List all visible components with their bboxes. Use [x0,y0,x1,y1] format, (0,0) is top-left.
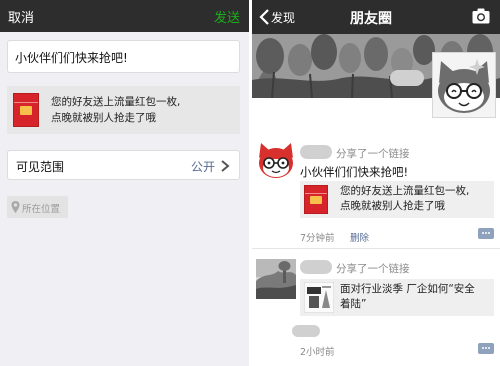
camera-icon[interactable] [472,8,490,24]
post-link-line-2: 着陆” [340,298,367,310]
delete-link[interactable]: 删除 [350,230,369,244]
post-link-line-1: 您的好友送上流量红包一枚, [340,185,470,197]
comment-icon[interactable] [478,228,494,239]
compose-titlebar: 取消 发送 [0,0,249,32]
shared-link-text: 您的好友送上流量红包一枚, 点晚就被别人抢走了哦 [51,94,236,126]
post-link-line-1: 面对行业淡季 厂企如何“安全 [340,283,475,295]
visibility-label: 可见范围 [16,160,65,174]
post-link-text: 面对行业淡季 厂企如何“安全 着陆” [340,282,490,312]
compose-screen: 取消 发送 小伙伴们们快来抢吧! 您的好友送上流量红包一枚, 点晚就被别人抢走了… [0,0,249,366]
post-time: 2小时前 [300,347,335,358]
location-label: 所在位置 [22,204,61,215]
location-button[interactable]: 所在位置 [7,196,68,218]
visibility-row[interactable]: 可见范围 公开 [7,150,240,180]
red-packet-icon [304,185,328,214]
comment-author-blurred [292,325,320,337]
back-button[interactable]: 发现 [271,9,295,26]
post-separator [252,248,500,249]
moments-screen: 发现 朋友圈 分享了一个链接 小伙伴们们快来抢吧! 您的好友送上流量红包一枚, … [252,0,500,366]
send-button[interactable]: 发送 [214,7,240,26]
back-arrow-icon[interactable] [258,8,270,26]
cancel-button[interactable]: 取消 [8,7,34,26]
moments-titlebar: 发现 朋友圈 [252,0,500,34]
post-text: 小伙伴们们快来抢吧! [300,165,409,179]
post-author-blurred [300,260,332,274]
location-pin-icon [11,201,20,213]
article-thumbnail-image [304,282,334,313]
shared-link-card: 您的好友送上流量红包一枚, 点晚就被别人抢走了哦 [7,86,240,134]
post-time: 7分钟前 [300,233,335,244]
shared-link-line-1: 您的好友送上流量红包一枚, [51,96,181,108]
chevron-right-icon [221,160,230,172]
post-action-text: 分享了一个链接 [336,148,410,160]
raccoon-avatar-image [433,53,495,117]
landscape-avatar-image [256,259,296,299]
owner-name-blurred [390,70,424,86]
post-author-blurred [300,145,332,159]
post-link-line-2: 点晚就被别人抢走了哦 [340,200,445,212]
post-link-text: 您的好友送上流量红包一枚, 点晚就被别人抢走了哦 [340,184,490,214]
raccoon-red-avatar-image [259,143,293,178]
visibility-value: 公开 [190,160,215,174]
page-title: 朋友圈 [350,11,392,27]
shared-link-line-2: 点晚就被别人抢走了哦 [51,112,156,124]
post-action-text: 分享了一个链接 [336,263,410,275]
post-text-input[interactable]: 小伙伴们们快来抢吧! [7,40,240,73]
comment-icon[interactable] [478,343,494,354]
owner-avatar[interactable] [432,52,496,118]
post-avatar[interactable] [256,140,296,180]
post-link-card[interactable]: 您的好友送上流量红包一枚, 点晚就被别人抢走了哦 [300,181,494,218]
red-packet-icon [13,93,39,127]
post-link-card[interactable]: 面对行业淡季 厂企如何“安全 着陆” [300,279,494,316]
post-avatar[interactable] [256,259,296,299]
